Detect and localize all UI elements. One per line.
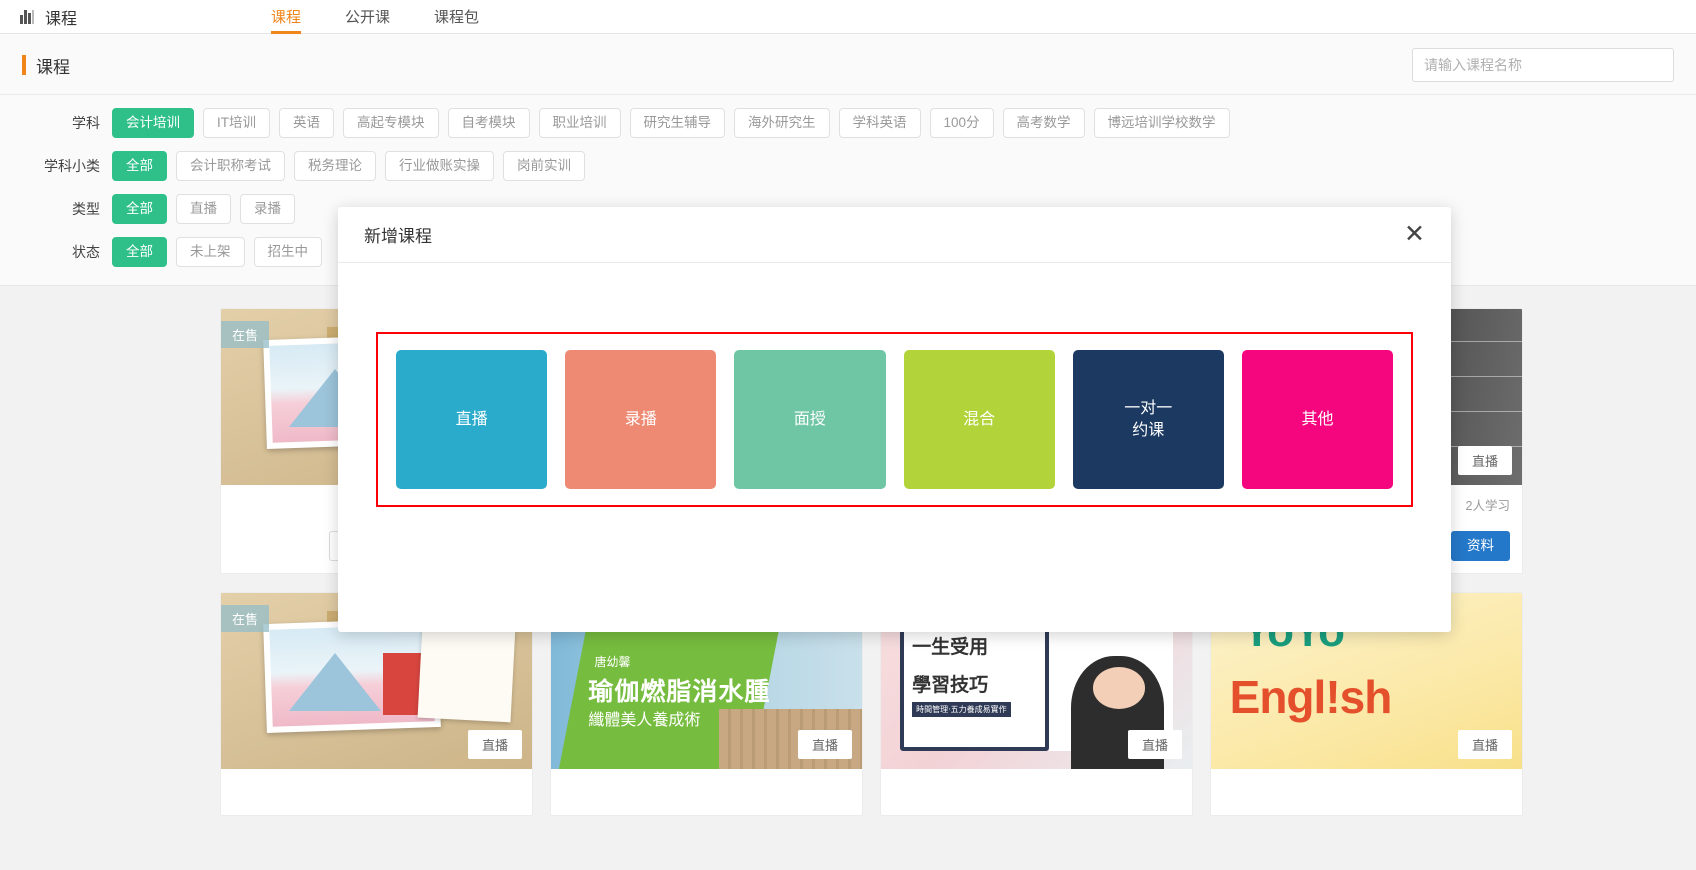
chip-subject-8[interactable]: 学科英语 [838,108,921,138]
chip-subject-0[interactable]: 会计培训 [112,108,194,138]
filter-label-status: 状态 [72,244,100,260]
chip-subject-11[interactable]: 博远培训学校数学 [1093,108,1230,138]
tab-kecheng[interactable]: 课程 [249,0,323,34]
chip-subcategory-2[interactable]: 税务理论 [294,151,376,181]
chip-type-2[interactable]: 录播 [240,194,295,224]
chip-subcategory-3[interactable]: 行业做账实操 [385,151,494,181]
tab-gongkaike[interactable]: 公开课 [323,0,412,34]
filter-row-subject: 学科 会计培训 IT培训 英语 高起专模块 自考模块 职业培训 研究生辅导 海外… [0,108,1696,138]
filter-label-subcategory: 学科小类 [44,158,100,174]
course-type-tile-other[interactable]: 其他 [1241,350,1394,489]
filter-row-subcategory: 学科小类 全部 会计职称考试 税务理论 行业做账实操 岗前实训 [0,151,1696,181]
chip-subject-3[interactable]: 高起专模块 [343,108,439,138]
page-root: 课程 课程 公开课 课程包 课程 学科 会计培训 IT培训 英语 高起专模块 自… [0,0,1696,870]
course-type-tile-blended[interactable]: 混合 [903,350,1055,489]
course-card-body [551,769,862,815]
course-card-body [881,769,1192,815]
search-input[interactable] [1412,48,1674,82]
brand: 课程 [0,5,77,29]
course-type-tile-one-on-one[interactable]: 一对一 约课 [1072,350,1224,489]
chip-group-type: 全部 直播 录播 [112,194,295,224]
study-line3-text: 時間管理‧五力養成易實作 [912,702,1011,718]
chip-status-2[interactable]: 招生中 [253,237,322,267]
chip-subject-7[interactable]: 海外研究生 [734,108,830,138]
course-type-selector: 直播 录播 面授 混合 一对一 约课 其他 [376,332,1413,507]
chip-subcategory-1[interactable]: 会计职称考试 [176,151,285,181]
chip-subject-6[interactable]: 研究生辅导 [629,108,725,138]
course-type-tiles: 直播 录播 面授 混合 一对一 约课 其他 [378,334,1411,505]
type-badge: 直播 [467,730,522,759]
material-button[interactable]: 资料 [1451,531,1510,561]
course-card-body [221,769,532,815]
panel-title-row: 课程 [0,34,1696,95]
chip-subcategory-0[interactable]: 全部 [112,151,167,181]
chip-subcategory-4[interactable]: 岗前实训 [503,151,585,181]
brand-label: 课程 [45,10,78,28]
yoga-subtitle-text: 纖體美人養成術 [588,711,701,729]
filter-label-type: 类型 [72,201,100,217]
tab-kechengbao[interactable]: 课程包 [412,0,501,34]
yoga-author-text: 唐幼馨 [594,654,631,669]
modal-title: 新增课程 [364,227,432,246]
top-navigation-bar: 课程 课程 公开课 课程包 [0,0,1696,34]
chip-group-status: 全部 未上架 招生中 [112,237,322,267]
status-badge: 在售 [221,321,270,348]
chip-subject-10[interactable]: 高考数学 [1002,108,1085,138]
chip-group-subcategory: 全部 会计职称考试 税务理论 行业做账实操 岗前实训 [112,151,585,181]
chip-subject-4[interactable]: 自考模块 [447,108,530,138]
chip-subject-5[interactable]: 职业培训 [538,108,621,138]
study-line2-text: 學習技巧 [912,675,989,697]
course-type-tile-live[interactable]: 直播 [396,350,548,489]
page-title: 课程 [22,53,70,78]
page-title-label: 课程 [36,57,70,77]
chip-type-0[interactable]: 全部 [112,194,167,224]
filter-label-subject: 学科 [72,115,100,131]
nav-tabs: 课程 公开课 课程包 [249,0,501,34]
type-badge: 直播 [1457,730,1512,759]
add-course-modal: 新增课程 ✕ 直播 录播 面授 混合 一对一 约课 其他 [338,207,1451,632]
title-accent-bar [22,55,26,75]
course-type-tile-inperson[interactable]: 面授 [734,350,886,489]
chip-subject-2[interactable]: 英语 [279,108,334,138]
chip-group-subject: 会计培训 IT培训 英语 高起专模块 自考模块 职业培训 研究生辅导 海外研究生… [112,108,1230,138]
yoga-title-text: 瑜伽燃脂消水腫 [588,678,771,707]
chip-status-1[interactable]: 未上架 [176,237,245,267]
type-badge: 直播 [1127,730,1182,759]
type-badge: 直播 [1457,446,1512,475]
chip-subject-1[interactable]: IT培训 [203,108,270,138]
course-card-body [1211,769,1522,815]
modal-header: 新增课程 ✕ [338,207,1451,263]
study-line1-text: 一生受用 [912,636,989,658]
type-badge: 直播 [797,730,852,759]
bar-chart-icon [20,9,37,24]
close-icon[interactable]: ✕ [1404,222,1425,247]
course-type-tile-recorded[interactable]: 录播 [565,350,717,489]
chip-status-0[interactable]: 全部 [112,237,167,267]
chip-subject-9[interactable]: 100分 [929,108,994,138]
status-badge: 在售 [221,605,270,632]
yoyo-line2-text: Engl!sh [1229,671,1393,724]
chip-type-1[interactable]: 直播 [176,194,231,224]
